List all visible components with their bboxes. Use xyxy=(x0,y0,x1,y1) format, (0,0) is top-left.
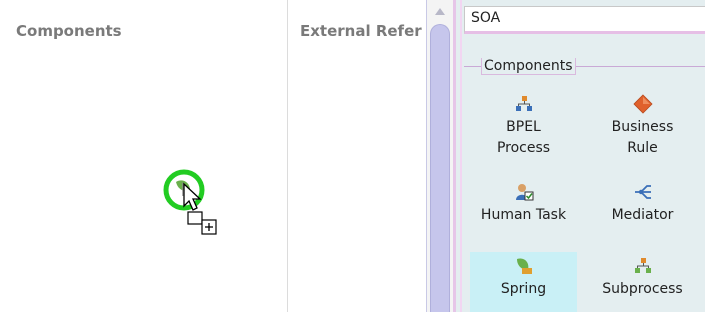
palette-item-subprocess[interactable]: Subprocess xyxy=(589,256,696,300)
palette-item-label: Subprocess xyxy=(602,281,683,297)
palette-item-label: Mediator xyxy=(611,207,674,223)
palette-item-label: Human Task xyxy=(480,207,567,223)
bpel-process-icon xyxy=(515,96,532,111)
business-rule-icon xyxy=(632,94,653,114)
components-section-label: Components xyxy=(481,58,576,75)
copy-plus-icon xyxy=(187,211,217,235)
palette-item-label: Rule xyxy=(627,140,658,156)
palette-item-human-task[interactable]: Human Task xyxy=(470,182,577,226)
external-references-swimlane[interactable]: External Refer xyxy=(288,0,426,312)
palette-item-business-rule[interactable]: Business Rule xyxy=(589,94,696,159)
components-swimlane-title: Components xyxy=(16,22,122,40)
mediator-icon xyxy=(634,185,651,199)
scrollbar-thumb[interactable] xyxy=(430,24,450,312)
spring-icon xyxy=(516,258,532,274)
external-references-title: External Refer xyxy=(300,22,422,40)
palette-item-mediator[interactable]: Mediator xyxy=(589,182,696,226)
palette-item-label: Business xyxy=(611,119,674,135)
vertical-scrollbar[interactable] xyxy=(426,0,454,312)
component-palette: SOA Components BPEL Process Business Rul… xyxy=(453,0,705,312)
palette-item-label: Spring xyxy=(500,281,547,297)
human-task-icon xyxy=(515,184,533,201)
scroll-up-arrow-icon[interactable] xyxy=(435,8,445,15)
subprocess-icon xyxy=(634,258,651,273)
components-swimlane[interactable]: Components xyxy=(0,0,288,312)
palette-item-spring[interactable]: Spring xyxy=(470,252,577,312)
palette-item-bpel-process[interactable]: BPEL Process xyxy=(470,94,577,159)
drag-spring-component[interactable] xyxy=(160,168,230,242)
palette-item-label: Process xyxy=(496,140,551,156)
palette-category-select[interactable]: SOA xyxy=(464,6,705,34)
palette-item-label: BPEL xyxy=(506,119,541,135)
palette-divider xyxy=(460,0,462,312)
